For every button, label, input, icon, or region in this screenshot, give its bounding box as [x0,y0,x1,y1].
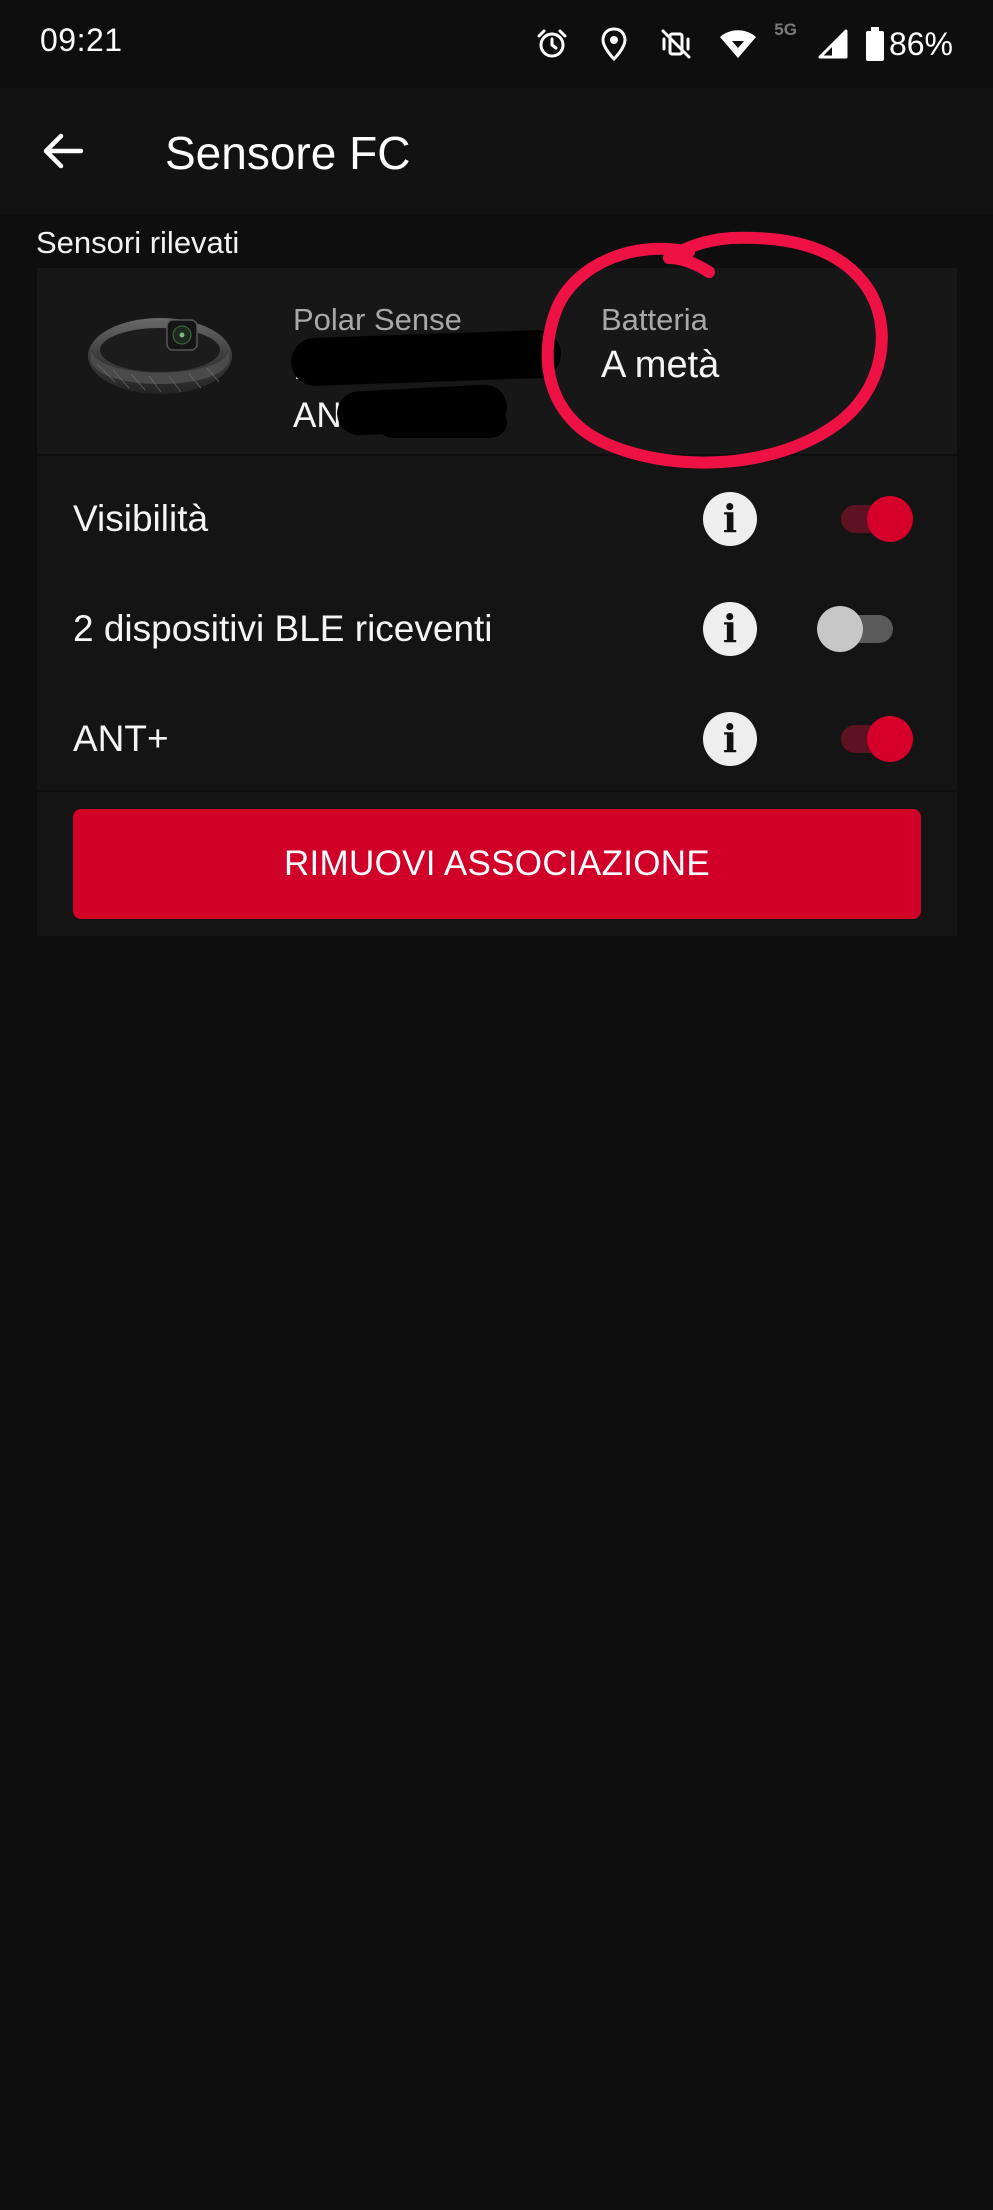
info-icon[interactable]: i [703,492,757,546]
page-title: Sensore FC [165,127,411,179]
status-bar: 09:21 5G 86% [0,0,993,88]
status-icons: 5G 86% [510,20,953,68]
vibrate-off-icon [656,24,696,64]
ble-receivers-toggle[interactable] [817,605,913,653]
status-time: 09:21 [40,22,123,58]
arrow-left-icon [43,133,83,169]
ant-toggle[interactable] [837,715,913,763]
wifi-icon [718,24,758,64]
battery-percentage: 86% [888,25,953,62]
setting-ble-receivers: 2 dispositivi BLE riceventi i [37,574,957,684]
section-label: Sensori rilevati [36,225,240,260]
battery-icon [865,24,885,64]
location-icon [594,24,634,64]
sensor-card: Polar Sense ID:C 127 ANT+ 3 Batteria A m… [37,231,957,936]
setting-label: 2 dispositivi BLE riceventi [73,608,493,649]
back-button[interactable] [30,118,96,184]
info-icon[interactable]: i [703,712,757,766]
setting-label: Visibilità [73,498,209,539]
network-type: 5G [774,20,797,39]
battery-label: Batteria [601,302,708,337]
toggle-thumb [817,606,863,652]
app-bar: Sensore FC [0,88,993,214]
toggle-thumb [867,716,913,762]
setting-label: ANT+ [73,718,169,759]
toggle-thumb [867,496,913,542]
alarm-icon [532,24,572,64]
visibility-toggle[interactable] [837,495,913,543]
redaction-mark [377,406,507,438]
info-icon[interactable]: i [703,602,757,656]
battery-value: A metà [601,344,720,386]
sensor-armband-image [88,318,232,394]
redaction-mark [290,329,562,387]
signal-icon [813,24,853,64]
setting-visibility: Visibilità i [37,464,957,574]
sensor-info-row[interactable]: Polar Sense ID:C 127 ANT+ 3 Batteria A m… [37,231,957,469]
unpair-button[interactable]: RIMUOVI ASSOCIAZIONE [73,809,921,919]
setting-ant: ANT+ i [37,684,957,794]
divider [37,790,957,792]
